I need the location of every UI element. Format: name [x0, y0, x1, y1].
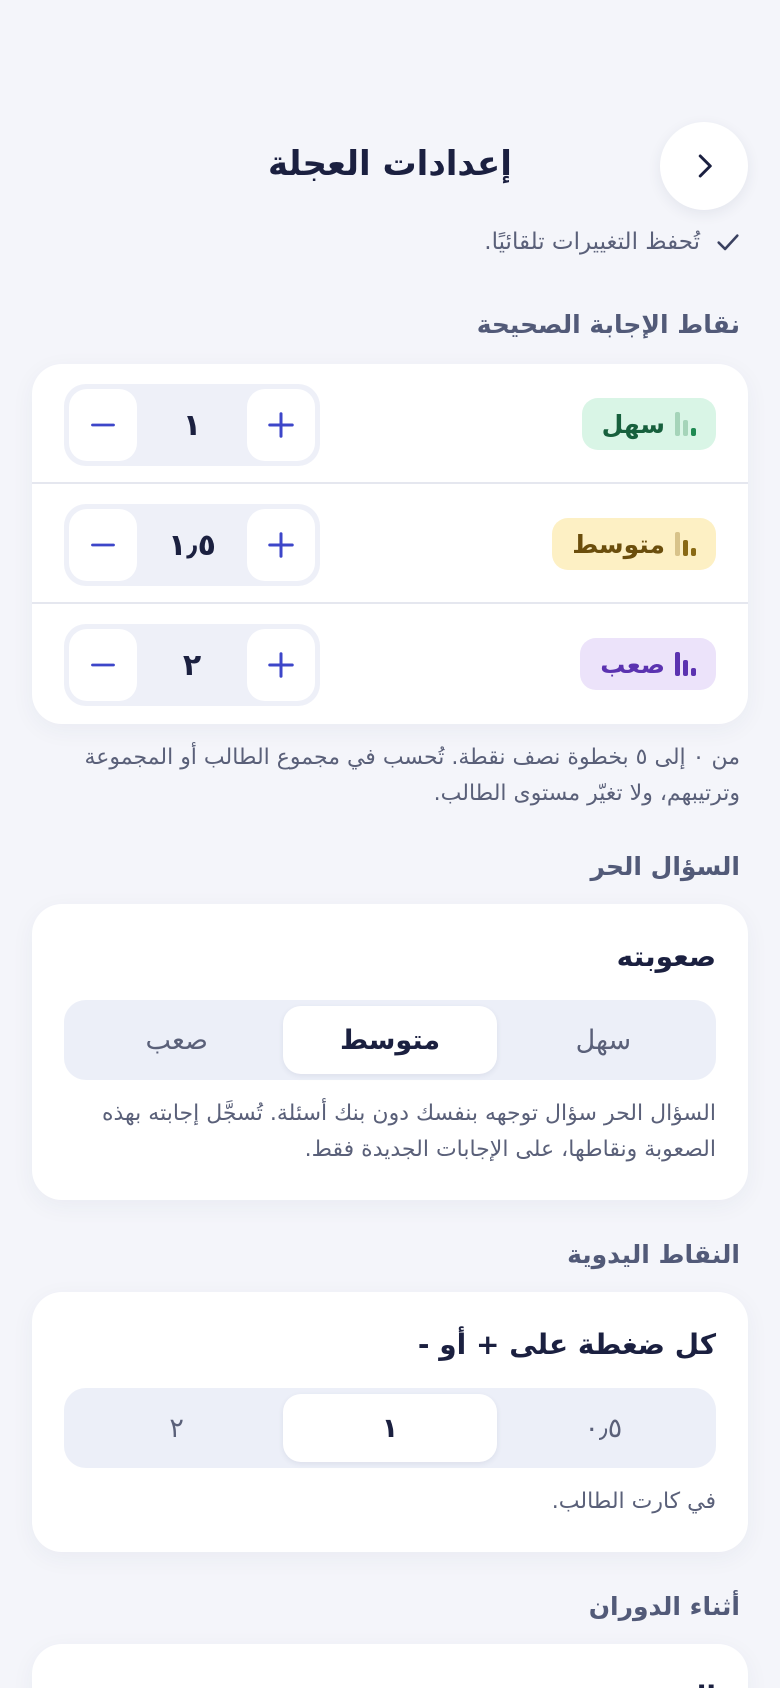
- minus-icon: [91, 543, 115, 547]
- page-title: إعدادات العجلة: [268, 144, 512, 184]
- section-title-free-question: السؤال الحر: [590, 852, 740, 881]
- autosave-note: تُحفظ التغييرات تلقائيًا.: [484, 228, 742, 256]
- minus-button[interactable]: [69, 629, 137, 701]
- difficulty-row-hard: صعب ٢: [32, 604, 748, 724]
- manual-points-step-selector: ٠٫٥ ١ ٢: [64, 1388, 716, 1468]
- manual-points-helper: في كارت الطالب.: [551, 1489, 716, 1514]
- settings-page: إعدادات العجلة تُحفظ التغييرات تلقائيًا.…: [0, 0, 780, 1688]
- correct-points-helper: من ٠ إلى ٥ بخطوة نصف نقطة. تُحسب في مجمو…: [84, 745, 740, 806]
- signal-bars-icon: [675, 532, 696, 556]
- signal-bars-icon: [675, 412, 696, 436]
- section-title-manual-points: النقاط اليدوية: [567, 1240, 740, 1269]
- during-spin-card: الصوت: [32, 1644, 748, 1688]
- option-medium[interactable]: متوسط: [283, 1006, 497, 1074]
- section-title-correct-points: نقاط الإجابة الصحيحة: [476, 310, 740, 339]
- points-stepper-easy: ١: [64, 384, 320, 466]
- header: إعدادات العجلة: [0, 122, 780, 210]
- option-half[interactable]: ٠٫٥: [497, 1394, 710, 1462]
- difficulty-label: سهل: [601, 409, 665, 439]
- difficulty-label: صعب: [600, 649, 665, 679]
- minus-icon: [91, 663, 115, 667]
- minus-icon: [91, 423, 115, 427]
- plus-button[interactable]: [247, 389, 315, 461]
- correct-points-card: سهل ١ متوسط ١٫٥ صعب ٢: [32, 364, 748, 724]
- plus-icon: [268, 652, 294, 678]
- during-spin-label: الصوت: [623, 1680, 716, 1688]
- free-question-difficulty-selector: سهل متوسط صعب: [64, 1000, 716, 1080]
- points-value: ١٫٥: [168, 527, 216, 563]
- points-stepper-medium: ١٫٥: [64, 504, 320, 586]
- minus-button[interactable]: [69, 389, 137, 461]
- points-value: ٢: [182, 647, 202, 683]
- free-question-label: صعوبته: [616, 940, 716, 973]
- difficulty-badge-easy: سهل: [581, 398, 716, 450]
- option-one[interactable]: ١: [283, 1394, 497, 1462]
- plus-icon: [268, 532, 294, 558]
- option-easy[interactable]: سهل: [497, 1006, 710, 1074]
- difficulty-row-easy: سهل ١: [32, 364, 748, 484]
- difficulty-row-medium: متوسط ١٫٥: [32, 484, 748, 604]
- difficulty-badge-hard: صعب: [580, 638, 716, 690]
- difficulty-label: متوسط: [572, 529, 665, 559]
- free-question-card: صعوبته سهل متوسط صعب السؤال الحر سؤال تو…: [32, 904, 748, 1200]
- option-two[interactable]: ٢: [70, 1394, 283, 1462]
- plus-button[interactable]: [247, 509, 315, 581]
- manual-points-card: كل ضغطة على + أو - ٠٫٥ ١ ٢ في كارت الطال…: [32, 1292, 748, 1552]
- points-stepper-hard: ٢: [64, 624, 320, 706]
- free-question-helper: السؤال الحر سؤال توجهه بنفسك دون بنك أسئ…: [101, 1101, 716, 1162]
- plus-button[interactable]: [247, 629, 315, 701]
- signal-bars-icon: [675, 652, 696, 676]
- plus-icon: [268, 412, 294, 438]
- points-value: ١: [182, 407, 202, 443]
- minus-button[interactable]: [69, 509, 137, 581]
- manual-points-label: كل ضغطة على + أو -: [417, 1328, 716, 1361]
- section-title-during-spin: أثناء الدوران: [588, 1592, 740, 1621]
- autosave-text: تُحفظ التغييرات تلقائيًا.: [484, 229, 700, 255]
- difficulty-badge-medium: متوسط: [552, 518, 716, 570]
- check-icon: [717, 234, 739, 251]
- option-hard[interactable]: صعب: [70, 1006, 283, 1074]
